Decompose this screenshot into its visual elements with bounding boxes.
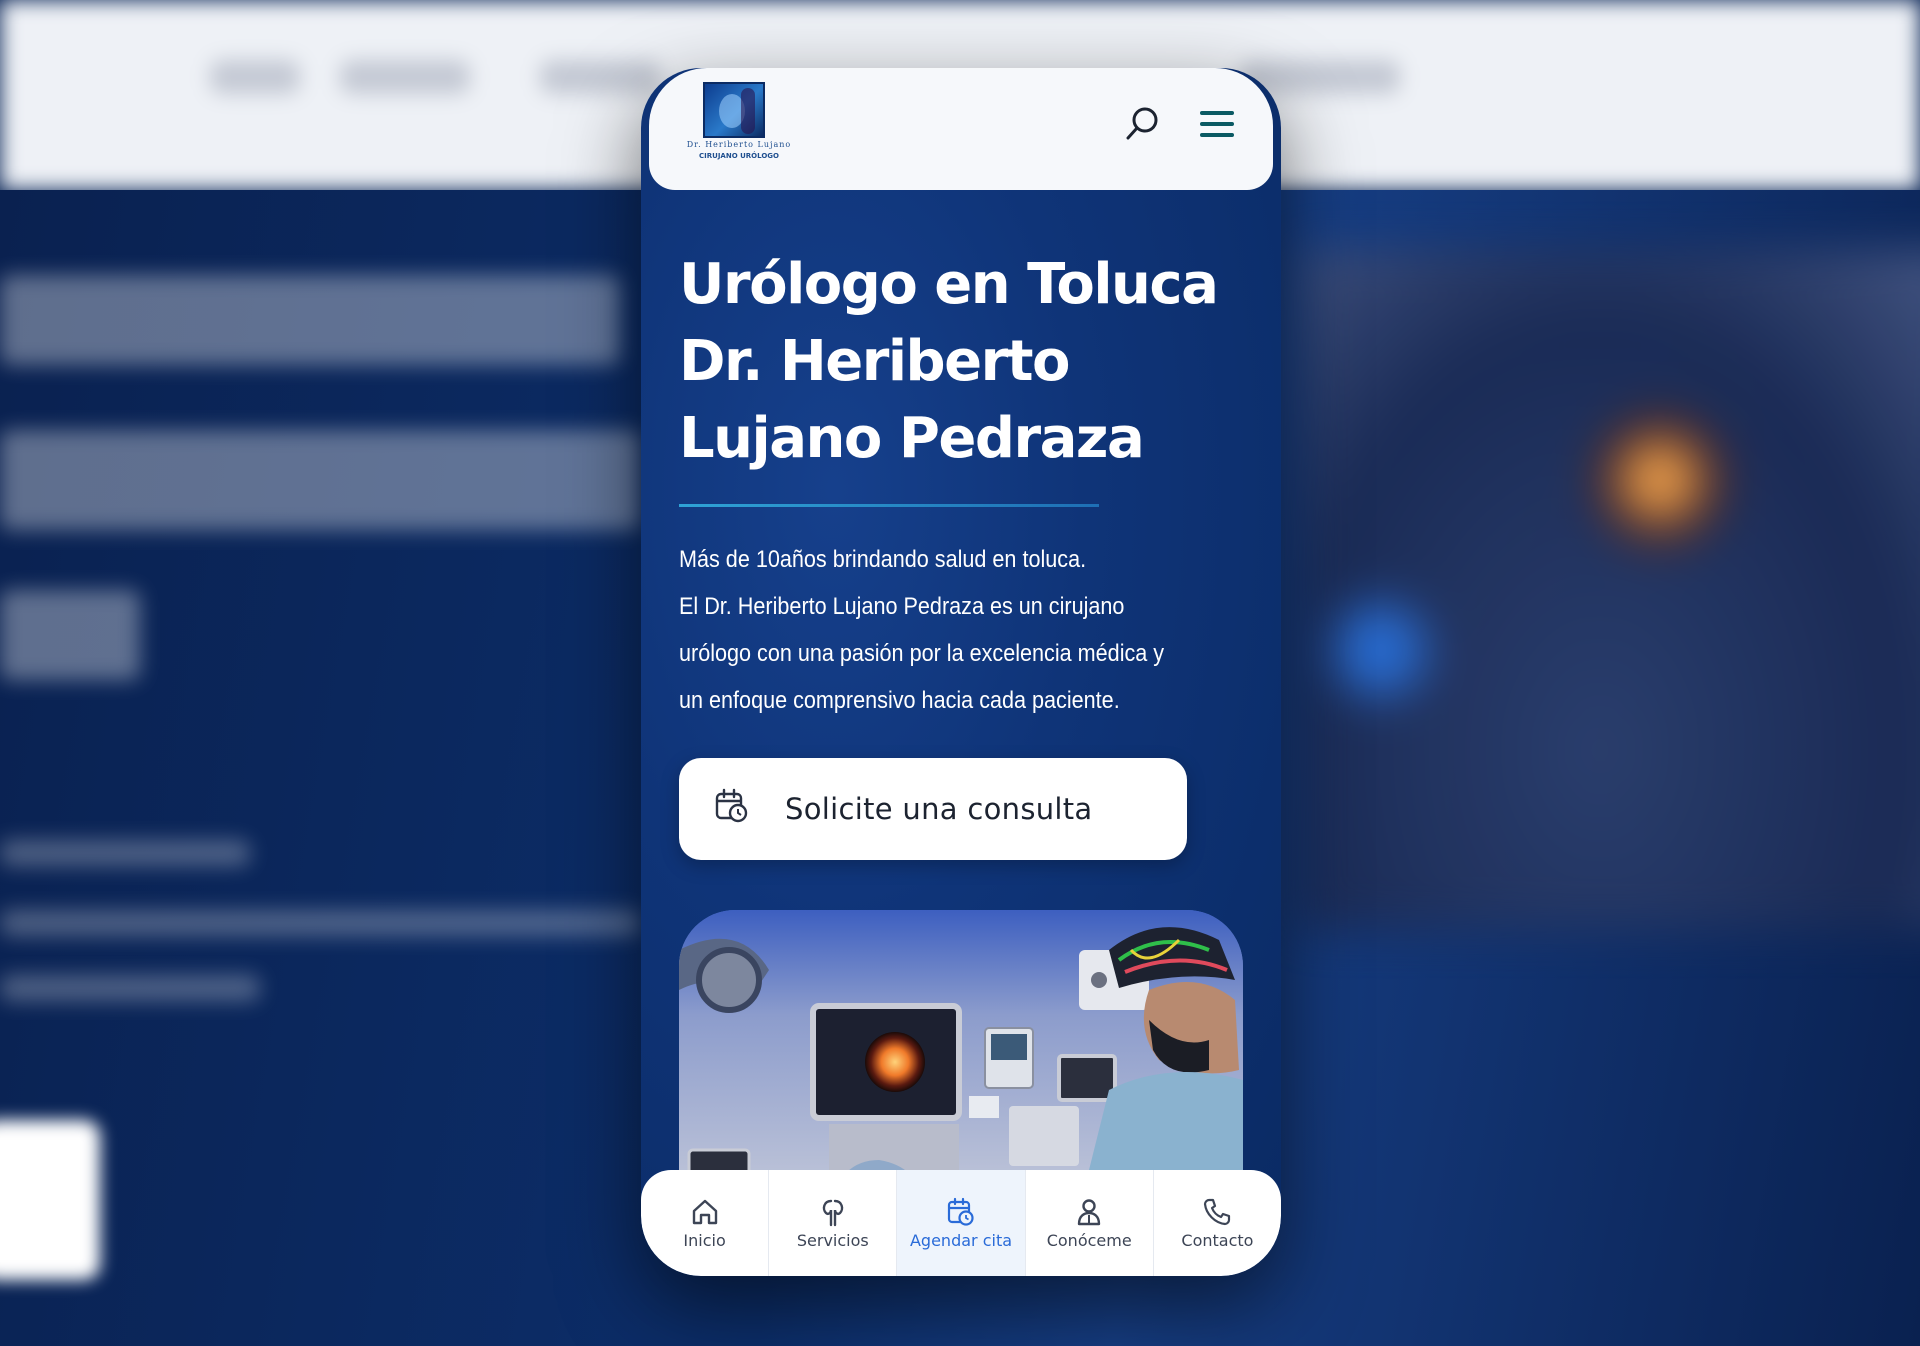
title-divider [679,504,1099,507]
cta-label: Solicite una consulta [785,792,1093,826]
description-line: urólogo con una pasión por la excelencia… [679,640,1165,667]
nav-item-conoceme[interactable]: Conóceme [1026,1170,1154,1276]
request-consultation-button[interactable]: Solicite una consulta [679,758,1187,860]
doctor-icon [1078,1198,1101,1225]
hero-title-line: Dr. Heriberto [679,329,1070,394]
logo-mark [703,82,765,138]
home-icon [692,1199,717,1224]
nav-label: Inicio [683,1230,726,1250]
nav-item-agendar-cita[interactable]: Agendar cita [897,1170,1026,1276]
nav-item-servicios[interactable]: Servicios [769,1170,898,1276]
calendar-clock-icon [715,788,748,823]
nav-item-contacto[interactable]: Contacto [1154,1170,1281,1276]
description-line: un enfoque comprensivo hacia cada pacien… [679,687,1120,714]
hero-title-line: Lujano Pedraza [679,406,1145,471]
nav-item-inicio[interactable]: Inicio [641,1170,770,1276]
description-line: El Dr. Heriberto Lujano Pedraza es un ci… [679,593,1125,620]
kidneys-icon [822,1199,844,1226]
phone-icon [1204,1198,1231,1225]
calendar-clock-icon [947,1197,974,1226]
top-bar: Dr. Heriberto Lujano CIRUJANO URÓLOGO [649,68,1273,190]
bottom-navigation: Inicio Servicios Agendar cita Conóceme C… [641,1170,1281,1276]
nav-label: Agendar cita [909,1230,1013,1250]
operating-room-photo [679,910,1243,1210]
search-icon[interactable] [1123,104,1163,144]
description-line: Más de 10años brindando salud en toluca. [679,546,1087,573]
hero-title-line: Urólogo en Toluca [679,252,1219,317]
hamburger-menu-icon[interactable] [1197,106,1237,142]
background-photo [1300,250,1920,930]
nav-label: Servicios [796,1230,869,1250]
mobile-screen: Dr. Heriberto Lujano CIRUJANO URÓLOGO Ur… [641,68,1281,1276]
hero-description: Más de 10años brindando salud en toluca.… [679,536,1255,724]
logo-subtitle: CIRUJANO URÓLOGO [699,152,779,160]
site-logo[interactable]: Dr. Heriberto Lujano CIRUJANO URÓLOGO [677,82,801,168]
logo-name: Dr. Heriberto Lujano [686,140,792,149]
nav-label: Conóceme [1046,1230,1132,1250]
nav-label: Contacto [1181,1230,1254,1250]
hero-title: Urólogo en Toluca Dr. Heriberto Lujano P… [679,246,1259,477]
background-button [0,1120,100,1280]
